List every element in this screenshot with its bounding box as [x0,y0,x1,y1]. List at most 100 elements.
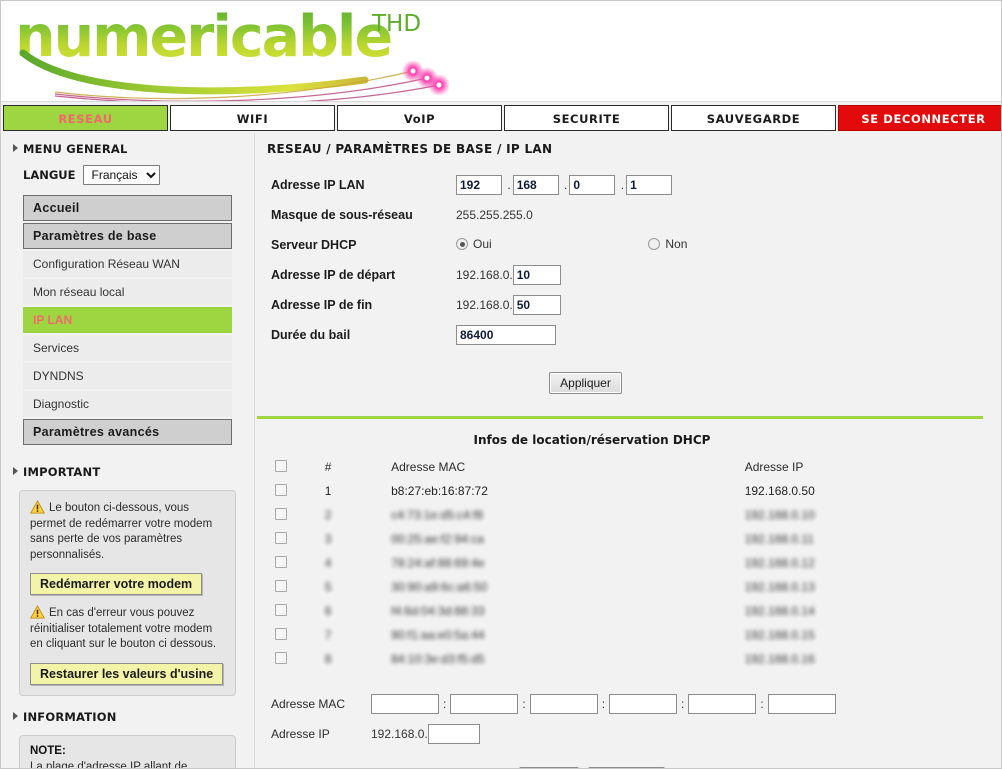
row-checkbox[interactable] [275,507,287,520]
sidebar-item-parametres-de-base[interactable]: Paramètres de base [23,223,232,249]
reboot-modem-label: Redémarrer votre modem [40,577,193,592]
table-header-row: # Adresse MAC Adresse IP [269,455,959,479]
dhcp-radio-non-label: Non [665,237,688,251]
apply-row: Appliquer [255,372,1001,394]
table-row: 1 b8:27:eb:16:87:72 192.168.0.50 [269,479,959,503]
ip-lan-octet-2[interactable] [512,175,559,195]
menu-general-heading: MENU GENERAL [1,133,254,162]
row-checkbox[interactable] [275,579,287,592]
row-ip: 192.168.0.15 [744,628,815,642]
tab-sauvegarde[interactable]: SAUVEGARDE [671,105,836,131]
select-all-cell [269,455,325,479]
sidebar-item-mon-reseau-local[interactable]: Mon réseau local [23,279,232,305]
row-ip: 192.168.0.13 [744,580,815,594]
add-mac-part-1[interactable] [371,694,439,714]
tab-reseau-label: RESEAU [58,112,113,126]
logo-thd-superscript: THD [372,11,422,37]
row-mac: 00:25:ae:f2:94:ca [391,532,484,546]
end-ip-field: 192.168.0. [456,290,687,320]
add-mac-part-4[interactable] [609,694,678,714]
start-ip-label: Adresse IP de départ [271,268,396,282]
ip-lan-form: Adresse IP LAN . . . Masque de sous-rése… [269,170,687,350]
sidebar-item-accueil-label: Accueil [33,201,80,215]
row-checkbox[interactable] [275,627,287,640]
row-ip: 192.168.0.14 [744,604,815,618]
dhcp-radio-oui[interactable]: Oui [456,237,492,251]
sidebar-item-parametres-avances[interactable]: Paramètres avancés [23,419,232,445]
add-mac-part-3[interactable] [529,694,598,714]
factory-reset-button[interactable]: Restaurer les valeurs d'usine [30,662,224,685]
ip-dot-separator: . [564,178,568,192]
ip-lan-octet-1[interactable] [456,175,502,195]
start-ip-prefix: 192.168.0. [456,268,513,282]
factory-warning-text: En cas d'erreur vous pouvez réinitialise… [30,605,225,653]
end-ip-label: Adresse IP de fin [271,298,373,312]
sidebar-item-diagnostic[interactable]: Diagnostic [23,391,232,417]
reboot-modem-button[interactable]: Redémarrer votre modem [30,573,203,596]
triangle-right-icon [13,711,18,720]
table-row: 7 90:f1:aa:e0:5a:44 192.168.0.15 [269,623,959,647]
tab-voip[interactable]: VoIP [337,105,502,131]
start-ip-input[interactable] [512,265,561,285]
row-number: 7 [324,628,332,642]
sidebar-item-ip-lan[interactable]: IP LAN [23,307,232,333]
sidebar: MENU GENERAL LANGUE Français Accueil Par… [1,133,254,768]
sidebar-menu: Accueil Paramètres de base Configuration… [23,195,232,445]
logout-button[interactable]: SE DECONNECTER [838,105,1001,131]
header-ip: Adresse IP [744,460,804,474]
row-checkbox[interactable] [275,555,287,568]
sidebar-item-dyndns-label: DYNDNS [33,369,84,383]
add-ip-input[interactable] [427,724,480,744]
lease-input[interactable] [456,325,556,345]
sidebar-item-configuration-reseau-wan[interactable]: Configuration Réseau WAN [23,251,232,277]
end-ip-prefix: 192.168.0. [456,298,513,312]
sidebar-item-dyndns[interactable]: DYNDNS [23,363,232,389]
add-mac-part-6[interactable] [767,694,836,714]
header-mac: Adresse MAC [391,460,466,474]
row-checkbox[interactable] [275,531,287,544]
main-navigation: RESEAU WIFI VoIP SECURITE SAUVEGARDE SE … [3,105,1001,133]
mac-colon-separator: : [443,697,447,711]
add-mac-part-2[interactable] [450,694,519,714]
tab-reseau[interactable]: RESEAU [3,105,168,131]
tab-securite[interactable]: SECURITE [504,105,669,131]
mac-colon-separator: : [681,697,685,711]
subnet-label: Masque de sous-réseau [271,208,413,222]
mac-colon-separator: : [760,697,764,711]
form-row-end-ip: Adresse IP de fin 192.168.0. [269,290,687,320]
end-ip-input[interactable] [512,295,561,315]
mac-colon-separator: : [601,697,606,711]
row-checkbox-cell [269,479,325,503]
select-all-checkbox[interactable] [275,459,287,472]
sidebar-item-services[interactable]: Services [23,335,232,361]
ip-lan-octet-4[interactable] [626,175,673,195]
dhcp-radio-non[interactable]: Non [648,237,687,251]
row-ip: 192.168.0.16 [744,652,815,666]
row-mac: 30:90:a9:6c:a6:50 [391,580,488,594]
ip-lan-inputs: . . . [456,170,687,200]
row-checkbox-cell [269,503,325,527]
row-checkbox[interactable] [275,603,287,616]
form-row-ip-lan: Adresse IP LAN . . . [269,170,687,200]
row-mac: c4:73:1e:d5:c4:f8 [391,508,484,522]
add-mac-label: Adresse MAC [271,697,346,711]
language-select[interactable]: Français [82,165,160,185]
note-panel: NOTE: La plage d'adresse IP allant de 19… [19,734,236,768]
row-number: 6 [324,604,332,618]
sidebar-item-ip-lan-label: IP LAN [33,313,73,327]
sidebar-item-accueil[interactable]: Accueil [23,195,232,221]
table-row: 4 78:24:af:88:69:4e 192.168.0.12 [269,551,959,575]
ip-lan-octet-3[interactable] [569,175,616,195]
tab-wifi[interactable]: WIFI [170,105,335,131]
add-ip-label: Adresse IP [271,727,330,741]
row-ip: 192.168.0.11 [744,532,814,546]
form-row-start-ip: Adresse IP de départ 192.168.0. [269,260,687,290]
sidebar-item-services-label: Services [33,341,80,355]
row-checkbox[interactable] [275,651,287,664]
row-mac: 84:10:3e:d3:f5:d5 [391,652,485,666]
tab-sauvegarde-label: SAUVEGARDE [706,112,801,126]
add-mac-row: Adresse MAC ::::: [269,689,836,719]
apply-button[interactable]: Appliquer [549,372,622,394]
add-mac-part-5[interactable] [688,694,757,714]
row-checkbox[interactable] [275,483,287,496]
